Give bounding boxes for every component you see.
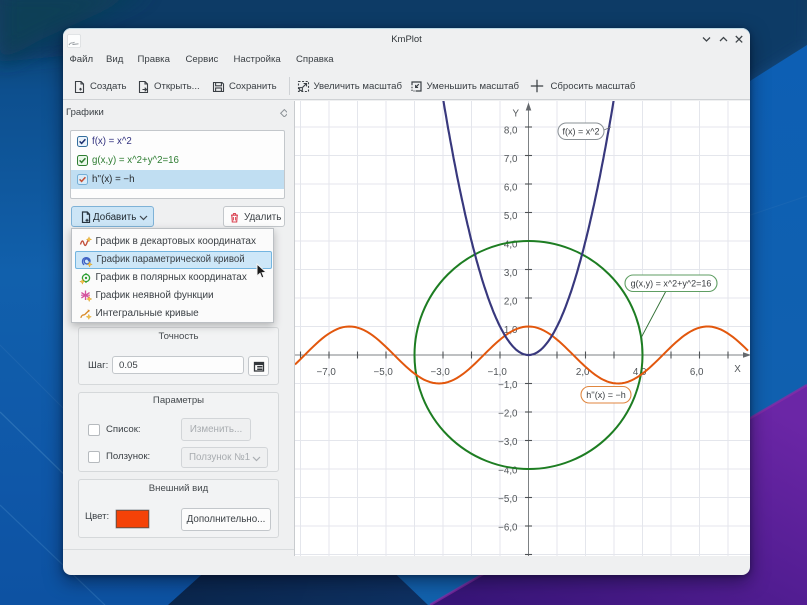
svg-text:−5,0: −5,0	[374, 367, 394, 378]
svg-text:6,0: 6,0	[504, 182, 518, 193]
svg-text:−3,0: −3,0	[431, 367, 451, 378]
svg-text:8,0: 8,0	[504, 125, 518, 136]
svg-text:2,0: 2,0	[504, 296, 518, 307]
svg-text:g(x,y) = x^2+y^2=16: g(x,y) = x^2+y^2=16	[631, 279, 712, 289]
svg-text:5,0: 5,0	[504, 211, 518, 222]
svg-text:−7,0: −7,0	[317, 367, 337, 378]
svg-text:7,0: 7,0	[504, 154, 518, 165]
svg-text:Y: Y	[512, 109, 519, 120]
svg-text:h''(x) = −h: h''(x) = −h	[586, 390, 625, 400]
svg-text:X: X	[734, 364, 741, 375]
svg-text:6,0: 6,0	[690, 367, 704, 378]
svg-text:−1,0: −1,0	[488, 367, 508, 378]
svg-text:−2,0: −2,0	[498, 409, 518, 420]
svg-text:−5,0: −5,0	[498, 494, 518, 505]
svg-text:3,0: 3,0	[504, 268, 518, 279]
svg-text:−6,0: −6,0	[498, 523, 518, 534]
svg-text:f(x) = x^2: f(x) = x^2	[563, 127, 600, 137]
svg-text:−3,0: −3,0	[498, 437, 518, 448]
svg-text:−1,0: −1,0	[498, 380, 518, 391]
